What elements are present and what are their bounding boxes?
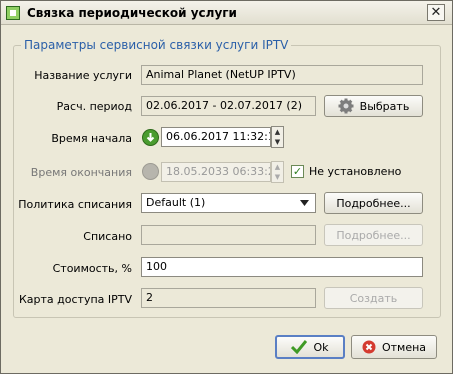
cancel-button-label: Отмена: [381, 340, 427, 354]
service-name-label: Название услуги: [34, 69, 132, 82]
charged-details-button: Подробнее...: [324, 224, 423, 246]
cancel-icon: [362, 340, 376, 354]
create-card-button: Создать: [324, 287, 423, 309]
gray-circle-icon: [142, 163, 159, 180]
ok-button[interactable]: Ok: [275, 335, 345, 359]
gear-icon: [338, 98, 354, 114]
end-time-label: Время окончания: [30, 166, 132, 179]
period-field: 02.06.2017 - 02.07.2017 (2): [141, 96, 316, 116]
dialog-window: Связка периодической услуги ✕ Параметры …: [0, 0, 453, 374]
end-time-input: 18.05.2033 06:33:20: [161, 162, 271, 182]
window-title: Связка периодической услуги: [27, 6, 237, 20]
arrow-down-icon: [146, 133, 155, 142]
title-bar[interactable]: Связка периодической услуги ✕: [1, 1, 452, 25]
chevron-down-icon: [300, 200, 309, 206]
spin-down-icon[interactable]: ▼: [272, 137, 283, 147]
card-label: Карта доступа IPTV: [18, 293, 132, 306]
app-icon: [6, 6, 20, 20]
close-button[interactable]: ✕: [427, 4, 445, 21]
service-name-field: Animal Planet (NetUP IPTV): [141, 65, 423, 85]
not-set-checkbox[interactable]: ✓: [291, 165, 304, 178]
group-title: Параметры сервисной связки услуги IPTV: [21, 38, 292, 52]
card-field: 2: [141, 288, 316, 308]
green-arrow-icon[interactable]: [142, 129, 159, 146]
not-set-label: Не установлено: [309, 165, 402, 178]
policy-select[interactable]: Default (1): [141, 193, 316, 213]
cost-input[interactable]: 100: [141, 257, 423, 277]
spin-up-icon[interactable]: ▲: [272, 127, 283, 137]
ok-button-label: Ok: [313, 340, 329, 354]
policy-details-button[interactable]: Подробнее...: [324, 192, 423, 214]
charged-field: [141, 225, 316, 245]
cancel-button[interactable]: Отмена: [351, 335, 437, 359]
start-time-spinner[interactable]: ▲ ▼: [271, 126, 284, 148]
select-period-button-label: Выбрать: [359, 99, 410, 113]
charged-label: Списано: [83, 230, 132, 243]
policy-select-value: Default (1): [146, 196, 206, 209]
end-time-spinner: ▲ ▼: [271, 161, 284, 183]
cost-label: Стоимость, %: [52, 262, 132, 275]
checkmark-icon: [291, 340, 308, 354]
spin-up-icon: ▲: [274, 163, 281, 171]
select-period-button[interactable]: Выбрать: [324, 95, 423, 117]
policy-label: Политика списания: [18, 198, 132, 211]
start-time-input[interactable]: 06.06.2017 11:32:11: [161, 127, 271, 147]
period-label: Расч. период: [56, 100, 132, 113]
start-time-label: Время начала: [51, 132, 132, 145]
spin-down-icon: ▼: [274, 173, 281, 181]
